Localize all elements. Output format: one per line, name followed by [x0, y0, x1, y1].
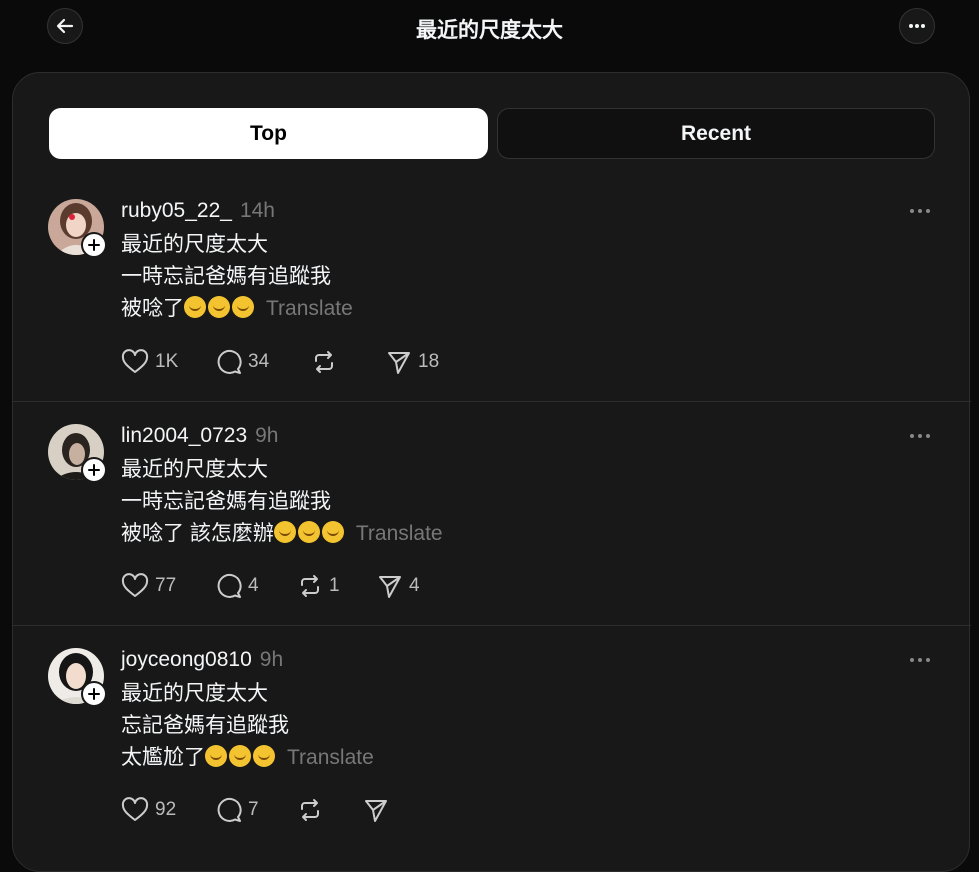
comment-icon [217, 349, 242, 374]
feed-panel: Top Recent ruby05_22_ 14h 最近的尺度太大 一時忘記爸媽… [12, 72, 971, 872]
reply-button[interactable]: 34 [216, 348, 269, 376]
melting-face-emoji [232, 296, 254, 318]
repost-button[interactable] [297, 796, 329, 824]
post-line: 忘記爸媽有追蹤我 [121, 714, 289, 737]
more-options-button[interactable] [899, 8, 935, 44]
tab-bar: Top Recent [49, 108, 935, 159]
like-count: 92 [155, 799, 177, 820]
melting-face-emoji [253, 745, 275, 767]
post-time: 9h [259, 648, 284, 671]
plus-icon [88, 464, 100, 476]
more-horizontal-icon [909, 24, 925, 28]
reply-count: 4 [248, 575, 259, 596]
post-divider [13, 401, 971, 402]
share-count: 18 [418, 351, 440, 372]
post-actions: 92 7 [121, 796, 521, 824]
share-button[interactable] [363, 796, 395, 824]
send-icon [388, 352, 410, 374]
share-button[interactable]: 18 [386, 348, 439, 376]
post-line: 一時忘記爸媽有追蹤我 [121, 490, 331, 513]
post-actions: 1K 34 18 [121, 348, 521, 376]
post-line-last: 太尷尬了 Translate [121, 742, 374, 774]
repost-count: 1 [329, 575, 340, 596]
repost-icon [301, 575, 319, 597]
send-icon [365, 800, 387, 822]
reply-button[interactable]: 4 [216, 572, 259, 600]
post-body: 最近的尺度太大 一時忘記爸媽有追蹤我 被唸了 Translate [121, 229, 353, 325]
plus-icon [88, 688, 100, 700]
melting-face-emoji [273, 521, 296, 543]
post-body: 最近的尺度太大 忘記爸媽有追蹤我 太尷尬了 Translate [121, 678, 374, 774]
username[interactable]: joyceong0810 [121, 648, 252, 671]
heart-icon [121, 573, 149, 597]
like-count: 77 [155, 575, 177, 596]
comment-icon [217, 797, 242, 822]
melting-face-emoji [321, 521, 344, 543]
plus-icon [88, 239, 100, 251]
comment-icon [217, 573, 242, 598]
post-divider [13, 625, 971, 626]
heart-icon [121, 349, 149, 373]
post-more-icon[interactable] [908, 656, 932, 664]
post-line: 太尷尬了 [121, 746, 205, 769]
melting-face-emoji [229, 745, 251, 767]
post-body: 最近的尺度太大 一時忘記爸媽有追蹤我 被唸了 該怎麼辦 Translate [121, 454, 443, 550]
username[interactable]: ruby05_22_ [121, 199, 232, 222]
melting-face-emoji [205, 745, 227, 767]
translate-link[interactable]: Translate [266, 297, 353, 320]
repost-button[interactable] [311, 348, 343, 376]
tab-recent[interactable]: Recent [497, 108, 935, 159]
melting-face-emoji [208, 296, 230, 318]
repost-icon [301, 799, 319, 821]
reply-button[interactable]: 7 [216, 796, 259, 824]
post-header: ruby05_22_ 14h [121, 199, 275, 223]
post-line: 被唸了 [121, 297, 184, 320]
post-line: 最近的尺度太大 [121, 682, 268, 705]
reply-count: 7 [248, 799, 259, 820]
melting-face-emoji [184, 296, 206, 318]
page-title: 最近的尺度太大 [416, 19, 563, 42]
post-line: 被唸了 該怎麼辦 [121, 522, 274, 545]
like-button[interactable]: 77 [121, 572, 176, 600]
post-header: lin2004_0723 9h [121, 424, 278, 448]
post-header: joyceong0810 9h [121, 648, 283, 672]
follow-button[interactable] [81, 457, 107, 483]
tab-top[interactable]: Top [49, 108, 488, 159]
post-line: 最近的尺度太大 [121, 458, 268, 481]
follow-button[interactable] [81, 232, 107, 258]
post-line: 最近的尺度太大 [121, 233, 268, 256]
post-time: 14h [239, 199, 275, 222]
follow-button[interactable] [81, 681, 107, 707]
reply-count: 34 [248, 351, 270, 372]
heart-icon [121, 797, 149, 821]
melting-face-emoji [297, 521, 320, 543]
post-line-last: 被唸了 Translate [121, 293, 353, 325]
post-line-last: 被唸了 該怎麼辦 Translate [121, 518, 443, 550]
translate-link[interactable]: Translate [287, 746, 374, 769]
post-time: 9h [255, 424, 279, 447]
post-more-icon[interactable] [908, 432, 932, 440]
post-more-icon[interactable] [908, 207, 932, 215]
share-count: 4 [409, 575, 420, 596]
like-button[interactable]: 1K [121, 348, 178, 376]
post-line: 一時忘記爸媽有追蹤我 [121, 265, 331, 288]
like-button[interactable]: 92 [121, 796, 176, 824]
top-bar: 最近的尺度太大 [0, 0, 979, 56]
username[interactable]: lin2004_0723 [121, 424, 247, 447]
post-actions: 77 4 1 4 [121, 572, 521, 600]
translate-link[interactable]: Translate [356, 522, 443, 545]
share-button[interactable]: 4 [377, 572, 420, 600]
repost-button[interactable]: 1 [297, 572, 340, 600]
like-count: 1K [155, 351, 179, 372]
repost-icon [315, 351, 333, 373]
send-icon [379, 576, 401, 598]
